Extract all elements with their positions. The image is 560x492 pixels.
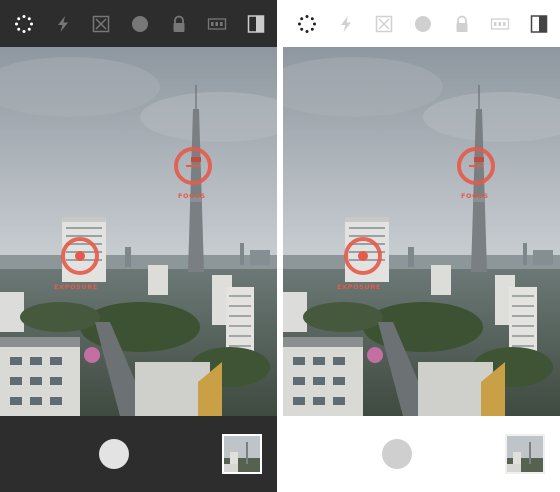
focus-reticle[interactable] bbox=[174, 147, 212, 185]
camera-viewfinder[interactable]: FOCUS EXPOSURE bbox=[0, 47, 277, 416]
top-toolbar bbox=[0, 0, 277, 47]
split-icon[interactable] bbox=[529, 14, 549, 34]
flash-icon[interactable] bbox=[53, 14, 73, 34]
split-icon[interactable] bbox=[246, 14, 266, 34]
circle-icon[interactable] bbox=[413, 14, 433, 34]
iso-icon[interactable] bbox=[490, 14, 510, 34]
top-toolbar bbox=[283, 0, 560, 47]
lock-icon[interactable] bbox=[452, 14, 472, 34]
grid-icon[interactable] bbox=[91, 14, 111, 34]
exposure-reticle[interactable] bbox=[61, 237, 99, 275]
exposure-reticle[interactable] bbox=[344, 237, 382, 275]
flash-icon[interactable] bbox=[336, 14, 356, 34]
iso-icon[interactable] bbox=[207, 14, 227, 34]
exposure-label: EXPOSURE bbox=[54, 283, 98, 291]
last-photo-thumbnail[interactable] bbox=[505, 434, 545, 474]
focus-reticle[interactable] bbox=[457, 147, 495, 185]
spinner-icon[interactable] bbox=[297, 14, 317, 34]
spinner-icon[interactable] bbox=[14, 14, 34, 34]
lock-icon[interactable] bbox=[169, 14, 189, 34]
grid-icon[interactable] bbox=[374, 14, 394, 34]
exposure-label: EXPOSURE bbox=[337, 283, 381, 291]
focus-label: FOCUS bbox=[461, 192, 489, 200]
shutter-button[interactable] bbox=[99, 439, 129, 469]
city-skyline-scene bbox=[283, 47, 560, 416]
circle-icon[interactable] bbox=[130, 14, 150, 34]
camera-screen-dark: FOCUS EXPOSURE bbox=[0, 0, 277, 492]
focus-label: FOCUS bbox=[178, 192, 206, 200]
camera-viewfinder[interactable]: FOCUS EXPOSURE bbox=[283, 47, 560, 416]
last-photo-thumbnail[interactable] bbox=[222, 434, 262, 474]
city-skyline-scene bbox=[0, 47, 277, 416]
bottom-toolbar bbox=[283, 416, 560, 492]
shutter-button[interactable] bbox=[382, 439, 412, 469]
bottom-toolbar bbox=[0, 416, 277, 492]
camera-screen-light: FOCUS EXPOSURE bbox=[283, 0, 560, 492]
